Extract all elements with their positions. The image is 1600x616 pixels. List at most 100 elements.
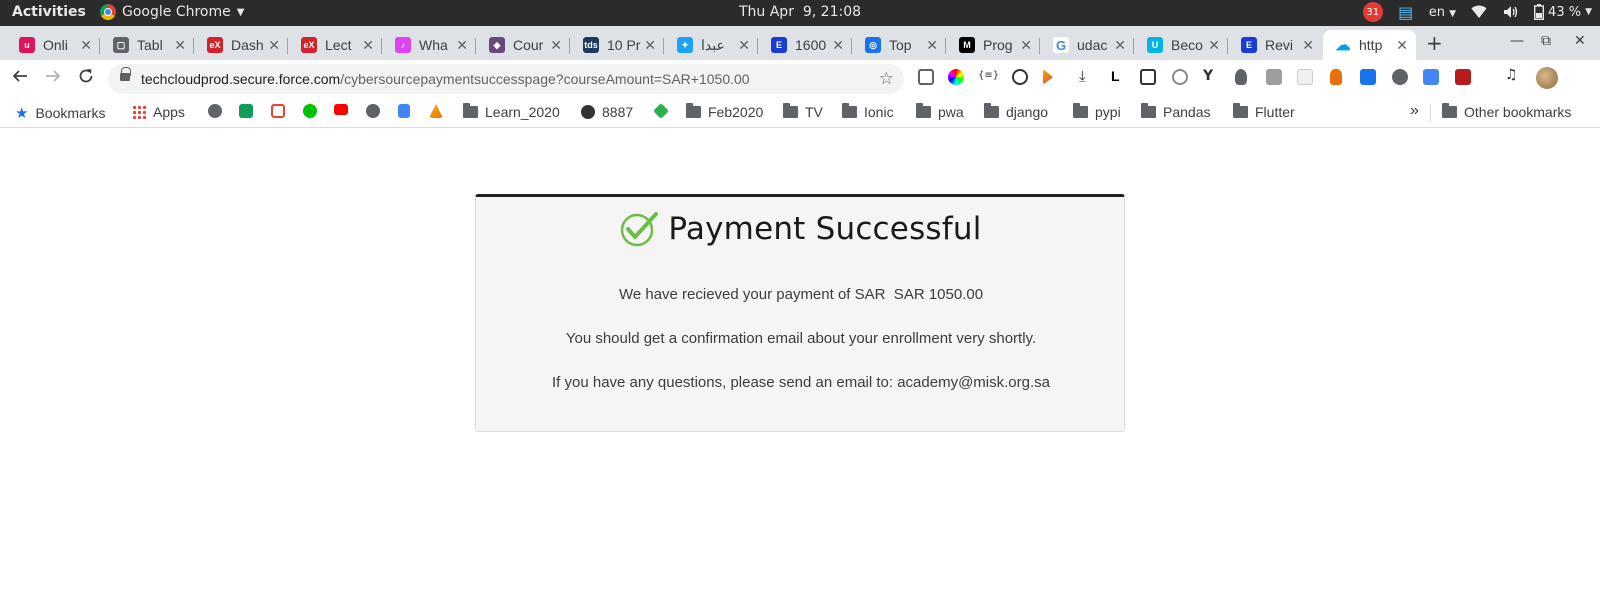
tab-close-icon[interactable]: ✕: [1396, 37, 1408, 54]
tab-4[interactable]: eX Lect ✕: [289, 30, 382, 60]
extension-check-icon[interactable]: [1360, 69, 1376, 85]
tab-9[interactable]: E 1600 ✕: [759, 30, 852, 60]
wifi-icon[interactable]: [1470, 4, 1488, 20]
bookmark-feedly[interactable]: [653, 103, 669, 119]
folder-icon: [783, 103, 798, 118]
tab-close-icon[interactable]: ✕: [362, 37, 374, 54]
minimize-button[interactable]: —: [1510, 33, 1524, 49]
tab-close-icon[interactable]: ✕: [1020, 37, 1032, 54]
tab-close-icon[interactable]: ✕: [268, 37, 280, 54]
language-indicator[interactable]: en ▼: [1429, 5, 1456, 20]
contact-message: If you have any questions, please send a…: [552, 374, 1050, 391]
new-tab-button[interactable]: +: [1426, 31, 1443, 55]
folder-icon: [1442, 103, 1457, 118]
download-icon[interactable]: ⤓: [1079, 67, 1095, 85]
bookmarks-item[interactable]: ★ Bookmarks: [15, 104, 105, 122]
tab-close-icon[interactable]: ✕: [644, 37, 656, 54]
tab-separator: [99, 38, 100, 54]
profile-avatar[interactable]: [1536, 67, 1558, 89]
lock-icon[interactable]: [120, 67, 131, 81]
bookmark-docs[interactable]: [398, 104, 410, 118]
tab-3[interactable]: eX Dash ✕: [195, 30, 288, 60]
tab-2[interactable]: ▢ Tabl ✕: [101, 30, 194, 60]
battery-indicator[interactable]: 43 % ▼: [1534, 4, 1592, 20]
calendar-badge[interactable]: 31: [1362, 2, 1383, 22]
bookmark-sheets[interactable]: [239, 104, 253, 118]
tab-close-icon[interactable]: ✕: [1208, 37, 1220, 54]
extension-fire-icon[interactable]: [1330, 69, 1342, 85]
tab-10[interactable]: ◎ Top ✕: [853, 30, 946, 60]
tab-close-icon[interactable]: ✕: [1114, 37, 1126, 54]
extension-color-picker-icon[interactable]: [948, 69, 964, 85]
restore-button[interactable]: ⧉: [1541, 33, 1551, 49]
tab-title: Tabl: [137, 37, 163, 53]
tab-8[interactable]: ✦ عبدا ✕: [665, 30, 758, 60]
bookmark-folder-django[interactable]: django: [984, 103, 1048, 120]
extension-bulb-icon[interactable]: [918, 69, 934, 85]
extension-clock-icon[interactable]: [1172, 69, 1188, 85]
extension-screenshot-icon[interactable]: [1140, 69, 1156, 85]
extension-es-icon[interactable]: [1266, 69, 1282, 85]
translate-icon[interactable]: [1423, 69, 1439, 85]
extension-glasses-icon[interactable]: [1392, 69, 1408, 85]
media-control-icon[interactable]: ♫: [1505, 67, 1521, 83]
tab-favicon-icon: ♪: [395, 37, 411, 53]
extension-bulb2-icon[interactable]: [1235, 69, 1247, 85]
bookmark-folder-pwa[interactable]: pwa: [916, 103, 964, 120]
bookmark-folder-pandas[interactable]: Pandas: [1141, 103, 1210, 120]
bookmark-folder-ionic[interactable]: Ionic: [842, 103, 894, 120]
bookmark-folder-learn[interactable]: Learn_2020: [463, 103, 560, 120]
bookmark-8887[interactable]: 8887: [581, 104, 633, 120]
tab-15[interactable]: ☁ http ✕: [1323, 30, 1416, 60]
tab-1[interactable]: u Onli ✕: [7, 30, 100, 60]
bookmark-folder-flutter[interactable]: Flutter: [1233, 103, 1295, 120]
bookmark-pma[interactable]: [429, 104, 443, 118]
tab-close-icon[interactable]: ✕: [80, 37, 92, 54]
back-button[interactable]: [12, 68, 28, 89]
bookmark-folder-other[interactable]: Other bookmarks: [1442, 103, 1571, 120]
extension-eye-icon[interactable]: [1012, 69, 1028, 85]
bookmark-folder-pypi[interactable]: pypi: [1073, 103, 1121, 120]
extension-l-icon[interactable]: L: [1111, 68, 1127, 84]
tab-13[interactable]: U Beco ✕: [1135, 30, 1228, 60]
forward-button[interactable]: [45, 68, 61, 89]
tab-close-icon[interactable]: ✕: [1302, 37, 1314, 54]
folder-icon: [686, 103, 701, 118]
tab-close-icon[interactable]: ✕: [456, 37, 468, 54]
apps-item[interactable]: Apps: [132, 104, 185, 120]
bookmark-gmail[interactable]: [271, 104, 285, 118]
bookmark-folder-feb2020[interactable]: Feb2020: [686, 103, 763, 120]
payment-received-message: We have recieved your payment of SAR SAR…: [618, 286, 984, 303]
close-window-button[interactable]: ✕: [1574, 33, 1586, 49]
bookmark-youtube[interactable]: [334, 104, 348, 115]
extension-json-icon[interactable]: {≡}: [978, 70, 999, 86]
tab-14[interactable]: E Revi ✕: [1229, 30, 1322, 60]
volume-icon[interactable]: [1502, 4, 1520, 20]
app-menu[interactable]: Google Chrome ▼: [100, 4, 244, 20]
bookmarks-overflow-button[interactable]: »: [1410, 102, 1419, 120]
bookmark-folder-tv[interactable]: TV: [783, 103, 823, 120]
bookmark-star-icon[interactable]: ☆: [879, 69, 894, 89]
tab-close-icon[interactable]: ✕: [738, 37, 750, 54]
tab-6[interactable]: ◆ Cour ✕: [477, 30, 570, 60]
tab-12[interactable]: Gudac ✕: [1041, 30, 1134, 60]
folder-icon: [916, 103, 931, 118]
tray-app-icon[interactable]: ▤: [1397, 3, 1415, 22]
bookmark-globe-1[interactable]: [208, 104, 222, 118]
extension-y-icon[interactable]: Y: [1203, 68, 1219, 84]
extension-pdf-icon[interactable]: [1455, 69, 1471, 85]
bookmark-green-app[interactable]: [303, 104, 317, 118]
reload-button[interactable]: [78, 68, 94, 89]
tab-close-icon[interactable]: ✕: [926, 37, 938, 54]
address-bar[interactable]: techcloudprod.secure.force.com/cybersour…: [108, 64, 904, 94]
activities-button[interactable]: Activities: [12, 4, 86, 20]
tab-close-icon[interactable]: ✕: [550, 37, 562, 54]
extension-grid-icon[interactable]: [1297, 69, 1313, 85]
bookmark-globe-2[interactable]: [366, 104, 380, 118]
tab-7[interactable]: tds 10 Pr ✕: [571, 30, 664, 60]
tab-close-icon[interactable]: ✕: [832, 37, 844, 54]
tab-11[interactable]: M Prog ✕: [947, 30, 1040, 60]
clock[interactable]: Thu Apr 9, 21:08: [739, 4, 861, 20]
tab-close-icon[interactable]: ✕: [174, 37, 186, 54]
tab-5[interactable]: ♪ Wha ✕: [383, 30, 476, 60]
